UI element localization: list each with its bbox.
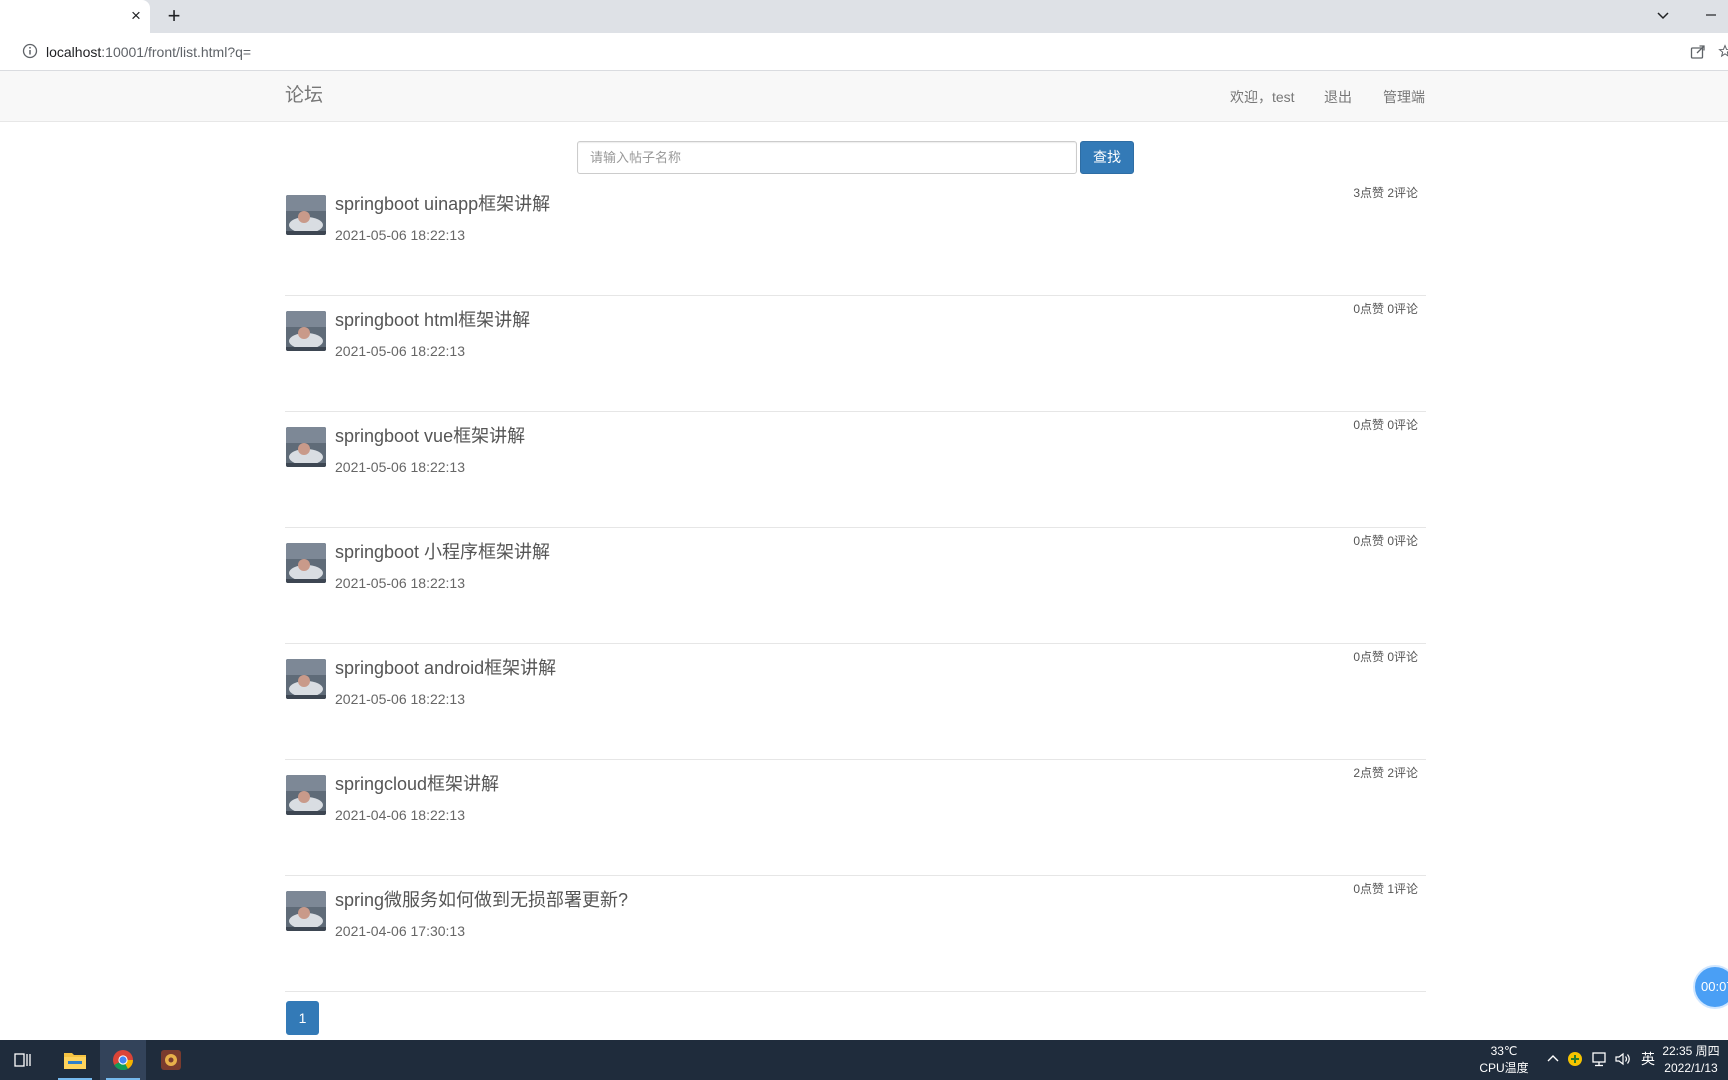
post-stats: 0点赞 1评论 xyxy=(1353,882,1418,896)
app-button[interactable] xyxy=(148,1040,194,1080)
post-row[interactable]: springboot android框架讲解 2021-05-06 18:22:1… xyxy=(285,644,1426,760)
search-button[interactable]: 查找 xyxy=(1080,141,1134,174)
chrome-icon xyxy=(113,1050,134,1071)
post-row[interactable]: spring微服务如何做到无损部署更新? 2021-04-06 17:30:13 0… xyxy=(285,876,1426,992)
post-avatar-image[interactable] xyxy=(286,311,326,351)
post-row[interactable]: springboot uinapp框架讲解 2021-05-06 18:22:13… xyxy=(285,180,1426,296)
tray-overflow-chevron-icon[interactable] xyxy=(1544,1050,1562,1068)
admin-link[interactable]: 管理端 xyxy=(1383,88,1425,106)
site-info-icon[interactable] xyxy=(22,43,38,59)
windows-taskbar: 33℃ CPU温度 英 22:35 周四 2022/1/13 xyxy=(0,1040,1728,1080)
post-stats: 0点赞 0评论 xyxy=(1353,302,1418,316)
post-title-link[interactable]: spring微服务如何做到无损部署更新? xyxy=(335,889,628,911)
tab-search-chevron-icon[interactable] xyxy=(1652,5,1674,27)
post-stats: 3点赞 2评论 xyxy=(1353,186,1418,200)
app-icon xyxy=(161,1050,181,1070)
post-date: 2021-05-06 18:22:13 xyxy=(335,343,465,359)
welcome-user-link[interactable]: 欢迎，test xyxy=(1230,88,1295,106)
post-row[interactable]: springboot html框架讲解 2021-05-06 18:22:13 0点… xyxy=(285,296,1426,412)
post-avatar-image[interactable] xyxy=(286,427,326,467)
post-avatar-image[interactable] xyxy=(286,891,326,931)
post-date: 2021-04-06 17:30:13 xyxy=(335,923,465,939)
post-title-link[interactable]: springboot uinapp框架讲解 xyxy=(335,193,550,215)
post-avatar-image[interactable] xyxy=(286,195,326,235)
post-avatar-image[interactable] xyxy=(286,543,326,583)
logout-link[interactable]: 退出 xyxy=(1324,88,1352,106)
task-view-button[interactable] xyxy=(0,1040,46,1080)
clock-date[interactable]: 2022/1/13 xyxy=(1656,1061,1726,1076)
post-date: 2021-05-06 18:22:13 xyxy=(335,575,465,591)
url-text[interactable]: localhost:10001/front/list.html?q= xyxy=(46,43,251,61)
post-stats: 2点赞 2评论 xyxy=(1353,766,1418,780)
post-title-link[interactable]: springboot android框架讲解 xyxy=(335,657,556,679)
post-avatar-image[interactable] xyxy=(286,659,326,699)
folder-icon xyxy=(64,1053,86,1069)
browser-tab-active[interactable]: × xyxy=(0,0,150,33)
ime-indicator[interactable]: 英 xyxy=(1638,1052,1658,1067)
post-title-link[interactable]: springcloud框架讲解 xyxy=(335,773,499,795)
share-icon[interactable] xyxy=(1689,43,1707,61)
post-title-link[interactable]: springboot vue框架讲解 xyxy=(335,425,525,447)
window-minimize-icon[interactable] xyxy=(1700,4,1722,26)
post-date: 2021-05-06 18:22:13 xyxy=(335,691,465,707)
post-date: 2021-05-06 18:22:13 xyxy=(335,227,465,243)
volume-icon[interactable] xyxy=(1614,1050,1632,1068)
post-row[interactable]: springcloud框架讲解 2021-04-06 18:22:13 2点赞 2评… xyxy=(285,760,1426,876)
post-list: springboot uinapp框架讲解 2021-05-06 18:22:13… xyxy=(285,180,1426,992)
tab-close-icon[interactable]: × xyxy=(126,5,146,27)
recording-timer-bubble[interactable]: 00:07 xyxy=(1693,965,1728,1009)
url-path: :10001/front/list.html?q= xyxy=(101,44,252,60)
cpu-temp-label: CPU温度 xyxy=(1479,1061,1529,1075)
network-icon[interactable] xyxy=(1590,1050,1608,1068)
tray-app-icon[interactable] xyxy=(1566,1050,1584,1068)
top-navbar: 论坛 欢迎，test 退出 管理端 xyxy=(0,71,1728,122)
post-stats: 0点赞 0评论 xyxy=(1353,650,1418,664)
post-date: 2021-05-06 18:22:13 xyxy=(335,459,465,475)
pagination-page-1[interactable]: 1 xyxy=(286,1001,319,1035)
file-explorer-button[interactable] xyxy=(52,1040,98,1080)
new-tab-button[interactable]: + xyxy=(162,3,186,29)
post-date: 2021-04-06 18:22:13 xyxy=(335,807,465,823)
post-stats: 0点赞 0评论 xyxy=(1353,418,1418,432)
browser-tabstrip: × + xyxy=(0,0,1728,33)
post-title-link[interactable]: springboot 小程序框架讲解 xyxy=(335,541,550,563)
bookmark-star-icon[interactable] xyxy=(1718,42,1728,60)
post-row[interactable]: springboot vue框架讲解 2021-05-06 18:22:13 0点赞… xyxy=(285,412,1426,528)
post-title-link[interactable]: springboot html框架讲解 xyxy=(335,309,530,331)
post-avatar-image[interactable] xyxy=(286,775,326,815)
search-input[interactable] xyxy=(577,141,1077,174)
task-view-icon xyxy=(14,1053,31,1067)
address-bar[interactable]: localhost:10001/front/list.html?q= xyxy=(0,33,1728,71)
url-host: localhost xyxy=(46,44,102,60)
cpu-temp-value: 33℃ xyxy=(1490,1044,1518,1058)
brand-logo[interactable]: 论坛 xyxy=(285,85,323,107)
clock-time[interactable]: 22:35 周四 xyxy=(1656,1044,1726,1059)
chrome-button[interactable] xyxy=(100,1040,146,1080)
post-row[interactable]: springboot 小程序框架讲解 2021-05-06 18:22:13 0点赞… xyxy=(285,528,1426,644)
post-stats: 0点赞 0评论 xyxy=(1353,534,1418,548)
